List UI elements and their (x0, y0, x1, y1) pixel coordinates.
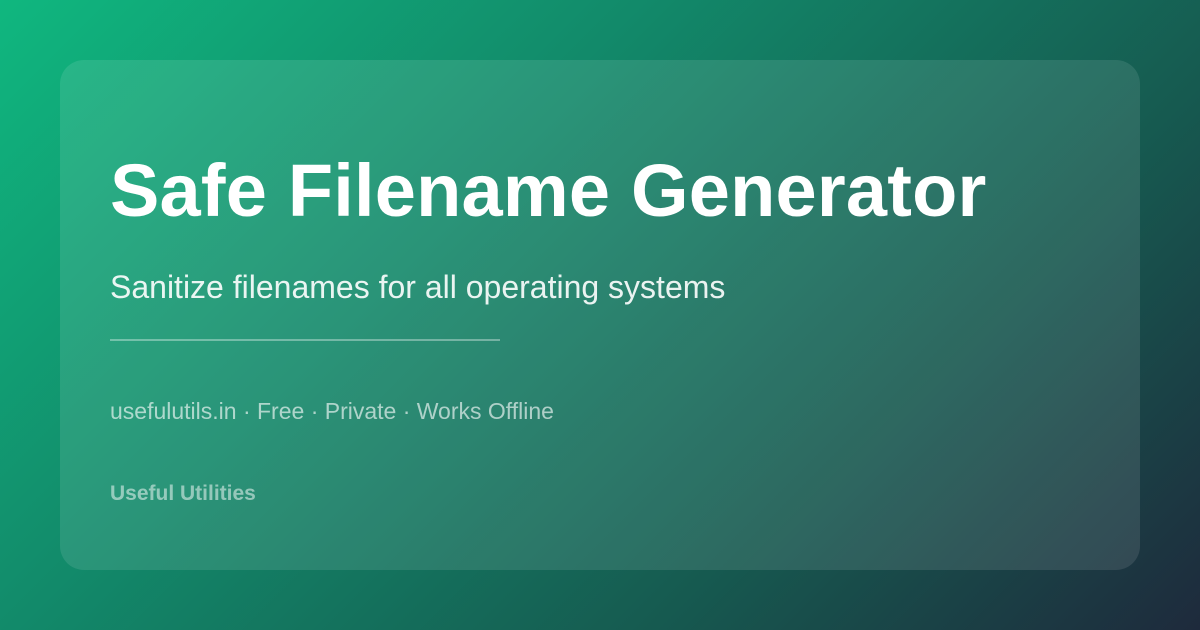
hero-card: Safe Filename Generator Sanitize filenam… (60, 60, 1140, 570)
brand-name: Useful Utilities (110, 482, 256, 505)
page-title: Safe Filename Generator (110, 149, 987, 232)
meta-line: usefulutils.in · Free · Private · Works … (110, 398, 554, 424)
page-subtitle: Sanitize filenames for all operating sys… (110, 269, 726, 305)
page-background: { "card": { "title": "Safe Filename Gene… (0, 0, 1200, 630)
divider (110, 339, 500, 341)
